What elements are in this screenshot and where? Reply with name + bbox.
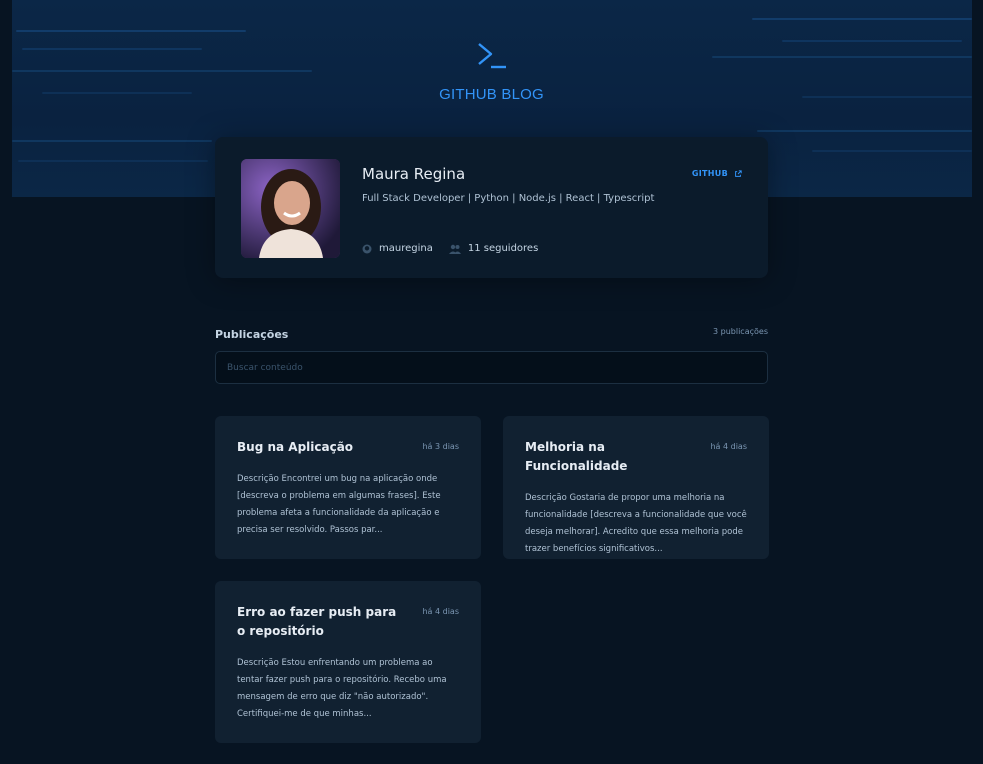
post-title: Melhoria na Funcionalidade [525,440,628,473]
publications-count: 3 publicações [713,327,768,336]
github-icon [362,244,372,253]
external-link-icon [735,169,742,177]
post-title: Erro ao fazer push para o repositório [237,605,397,638]
post-card[interactable]: Melhoria na Funcionalidade há 4 dias Des… [503,416,769,559]
terminal-icon [477,43,506,69]
post-excerpt: Descrição Encontrei um bug na aplicação … [237,474,441,535]
github-link[interactable]: GITHUB [692,169,742,178]
post-date: há 3 dias [422,442,459,451]
brand: GITHUB BLOG [0,40,983,103]
followers-info: 11 seguidores [448,243,539,254]
username: mauregina [379,243,433,254]
profile-name: Maura Regina [362,165,466,183]
brand-title: GITHUB BLOG [439,86,544,103]
profile-bio: Full Stack Developer | Python | Node.js … [362,193,655,204]
username-info: mauregina [362,243,433,254]
avatar [241,159,340,258]
post-title: Bug na Aplicação [237,440,354,454]
post-card[interactable]: Erro ao fazer push para o repositório há… [215,581,481,743]
profile-meta: mauregina 11 seguidores [362,243,538,254]
users-icon [448,244,461,254]
post-excerpt: Descrição Estou enfrentando um problema … [237,658,447,719]
publications-title: Publicações [215,328,289,341]
search-input[interactable] [215,351,768,384]
followers-count: 11 seguidores [467,243,539,254]
profile-card: Maura Regina GITHUB Full Stack Developer… [215,137,768,278]
post-date: há 4 dias [710,442,747,451]
post-excerpt: Descrição Gostaria de propor uma melhori… [525,493,747,554]
post-date: há 4 dias [422,607,459,616]
post-card[interactable]: Bug na Aplicação há 3 dias Descrição Enc… [215,416,481,559]
avatar-image [241,159,340,258]
github-link-label: GITHUB [691,169,728,178]
